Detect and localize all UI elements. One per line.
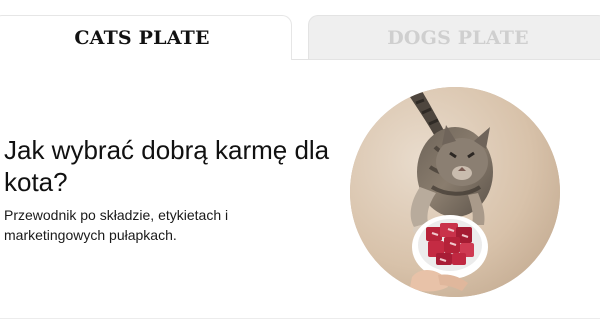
tab-dogs-plate[interactable]: DOGS PLATE	[308, 15, 600, 60]
section-divider	[0, 318, 600, 319]
tab-dogs-plate-label: DOGS PLATE	[387, 27, 529, 49]
article-subtitle: Przewodnik po składzie, etykietach i mar…	[4, 207, 229, 243]
tab-cats-plate[interactable]: CATS PLATE	[0, 15, 292, 60]
article-title[interactable]: Jak wybrać dobrą karmę dla kota?	[4, 134, 334, 198]
tab-cats-plate-label: CATS PLATE	[74, 27, 210, 49]
cat-eating-photo	[350, 87, 560, 297]
article-hero: Jak wybrać dobrą karmę dla kota? Przewod…	[0, 60, 600, 330]
plate-tabs: CATS PLATE DOGS PLATE	[0, 0, 600, 60]
